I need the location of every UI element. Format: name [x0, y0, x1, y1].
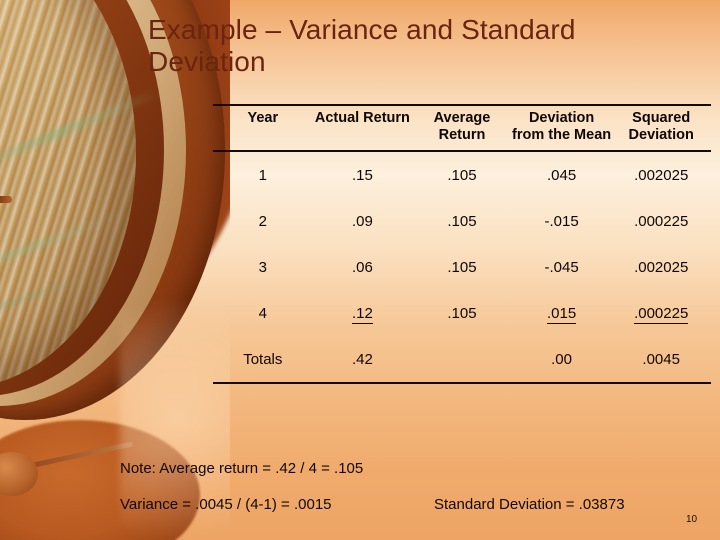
cell-average-return: .105: [447, 258, 477, 276]
cell-totals-actual-return: .42: [351, 350, 373, 368]
column-header-actual-return: Actual Return: [314, 110, 410, 126]
cell-deviation-from-mean: -.045: [544, 258, 579, 276]
globe-base-knob: [0, 452, 38, 496]
note-average-return: Note: Average return = .42 / 4 = .105: [120, 460, 364, 477]
globe-motion-streak: [0, 87, 164, 182]
table-row: 4 .12 .105 .015 .000225: [213, 290, 711, 336]
table-row: 1 .15 .105 .045 .002025: [213, 151, 711, 198]
table-row: 3 .06 .105 -.045 .002025: [213, 244, 711, 290]
globe-motion-streak: [0, 269, 107, 337]
cell-deviation-from-mean: .015: [512, 290, 612, 336]
cell-deviation-value: .015: [546, 304, 577, 324]
globe-image: [0, 0, 230, 540]
globe-motion-streak: [0, 210, 125, 289]
cell-actual-return-value: .12: [351, 304, 373, 324]
cell-average-return: .105: [447, 166, 477, 184]
globe-base-plate: [0, 420, 200, 540]
slide-canvas: Example – Variance and Standard Deviatio…: [0, 0, 720, 540]
cell-actual-return: .09: [351, 212, 373, 230]
slide-title: Example – Variance and Standard Deviatio…: [148, 14, 576, 78]
note-standard-deviation: Standard Deviation = .03873: [434, 496, 625, 513]
globe-sphere: [0, 0, 136, 388]
cell-deviation-from-mean: -.015: [544, 212, 579, 230]
cell-year: 1: [258, 166, 267, 184]
cell-average-return: .105: [447, 212, 477, 230]
column-header-squared-deviation: Squared Deviation: [628, 110, 694, 144]
cell-squared-deviation: .002025: [634, 166, 689, 184]
cell-deviation-from-mean: .045: [546, 166, 577, 184]
cell-year: 4: [258, 304, 267, 322]
table-row: 2 .09 .105 -.015 .000225: [213, 198, 711, 244]
cell-year: 2: [258, 212, 267, 230]
table-header-row: Year Actual Return Average Return Deviat…: [213, 105, 711, 152]
table-header: Year Actual Return Average Return Deviat…: [213, 105, 711, 152]
column-header-deviation-from-mean: Deviation from the Mean: [512, 110, 612, 144]
column-header-average-return: Average Return: [433, 110, 491, 144]
cell-totals-label: Totals: [243, 350, 283, 368]
table-totals-row: Totals .42 .00 .0045: [213, 336, 711, 384]
cell-squared-deviation: .000225: [611, 290, 711, 336]
variance-table: Year Actual Return Average Return Deviat…: [213, 104, 711, 384]
column-header-year: Year: [247, 110, 279, 126]
table-body: 1 .15 .105 .045 .002025 2 .09 .105 -.015…: [213, 151, 711, 384]
cell-totals-deviation: .00: [551, 350, 572, 368]
cell-year: 3: [258, 258, 267, 276]
slide-page-number: 10: [686, 514, 698, 525]
globe-inner-ring: [0, 0, 164, 396]
cell-squared-deviation-value: .000225: [634, 304, 689, 324]
globe-axis-pin: [0, 196, 12, 203]
cell-squared-deviation: .000225: [634, 212, 689, 230]
cell-squared-deviation: .002025: [634, 258, 689, 276]
cell-average-return: .105: [447, 304, 477, 322]
cell-actual-return: .12: [313, 290, 413, 336]
globe-support-arm: [4, 441, 134, 474]
cell-actual-return: .06: [351, 258, 373, 276]
cell-totals-squared-deviation: .0045: [642, 350, 680, 368]
note-variance: Variance = .0045 / (4-1) = .0015: [120, 496, 332, 513]
variance-table-container: Year Actual Return Average Return Deviat…: [213, 104, 711, 384]
cell-totals-average-return: [412, 336, 512, 383]
cell-actual-return: .15: [351, 166, 373, 184]
